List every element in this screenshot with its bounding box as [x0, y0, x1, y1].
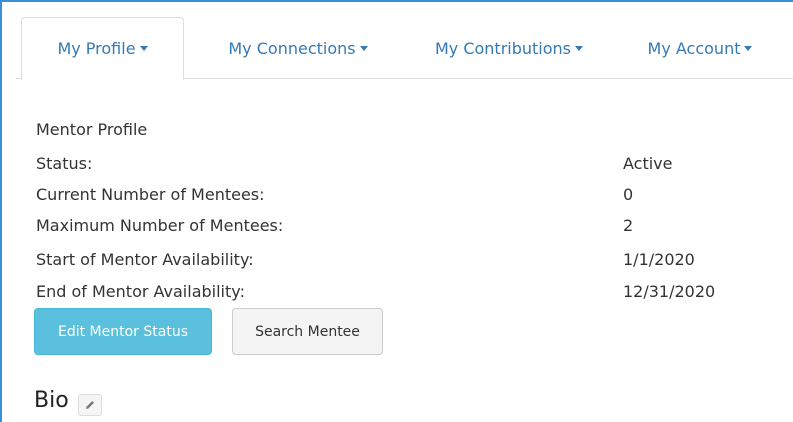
- field-label: Status:: [36, 154, 93, 173]
- field-value: 1/1/2020: [623, 250, 695, 269]
- caret-down-icon: [575, 45, 584, 51]
- availability-end-row: End of Mentor Availability: 12/31/2020: [36, 282, 776, 306]
- bio-title: Bio: [34, 388, 69, 413]
- pencil-icon: [85, 400, 94, 409]
- status-row: Status: Active: [36, 154, 776, 178]
- field-label: Current Number of Mentees:: [36, 185, 265, 204]
- search-mentee-button[interactable]: Search Mentee: [232, 308, 383, 355]
- field-label: End of Mentor Availability:: [36, 282, 245, 301]
- tab-my-account[interactable]: My Account: [626, 17, 774, 79]
- max-mentees-row: Maximum Number of Mentees: 2: [36, 216, 776, 240]
- tab-label: My Connections: [228, 38, 356, 58]
- field-value: Active: [623, 154, 673, 173]
- field-value: 12/31/2020: [623, 282, 716, 301]
- page-frame: My Profile My Connections My Contributio…: [0, 0, 793, 422]
- field-value: 0: [623, 185, 634, 204]
- current-mentees-row: Current Number of Mentees: 0: [36, 185, 776, 209]
- tab-my-connections[interactable]: My Connections: [198, 17, 398, 79]
- caret-down-icon: [744, 45, 753, 51]
- tab-my-contributions[interactable]: My Contributions: [409, 17, 609, 79]
- field-label: Start of Mentor Availability:: [36, 250, 254, 269]
- tab-label: My Account: [647, 38, 741, 58]
- tab-label: My Profile: [57, 39, 136, 58]
- field-label: Maximum Number of Mentees:: [36, 216, 284, 235]
- availability-start-row: Start of Mentor Availability: 1/1/2020: [36, 250, 776, 274]
- profile-tabs: My Profile My Connections My Contributio…: [16, 17, 793, 80]
- edit-mentor-status-button[interactable]: Edit Mentor Status: [34, 308, 212, 355]
- edit-bio-button[interactable]: [77, 393, 102, 416]
- mentor-profile-title: Mentor Profile: [36, 120, 148, 139]
- field-value: 2: [623, 216, 634, 235]
- bio-header: Bio: [34, 388, 102, 416]
- tab-my-profile[interactable]: My Profile: [21, 17, 184, 80]
- tab-label: My Contributions: [434, 38, 572, 58]
- caret-down-icon: [139, 46, 148, 51]
- caret-down-icon: [359, 45, 368, 51]
